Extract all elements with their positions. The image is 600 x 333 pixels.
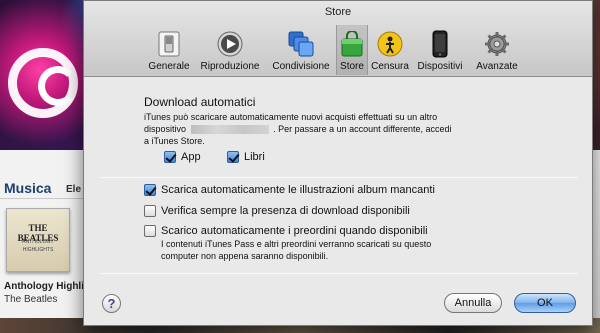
- download-artwork-label: Scarica automaticamente le illustrazioni…: [161, 184, 435, 196]
- download-artwork-checkbox[interactable]: Scarica automaticamente le illustrazioni…: [144, 184, 435, 196]
- preorders-label: Scarico automaticamente i preordini quan…: [161, 225, 428, 237]
- play-icon: [216, 30, 244, 58]
- gear-icon: [483, 30, 511, 58]
- album-cover-subtitle: ANTHOLOGY: [22, 239, 54, 245]
- download-artwork-checkbox-box[interactable]: [144, 184, 156, 196]
- redacted-device-name: [190, 125, 269, 135]
- cancel-button[interactable]: Annulla: [444, 293, 502, 313]
- app-checkbox-box[interactable]: [164, 151, 176, 163]
- ok-button[interactable]: OK: [514, 293, 576, 313]
- iphone-icon: [426, 30, 454, 58]
- app-checkbox[interactable]: App: [164, 151, 201, 163]
- tab-riproduzione[interactable]: Riproduzione: [194, 25, 266, 75]
- preorders-checkbox[interactable]: Scarico automaticamente i preordini quan…: [144, 225, 428, 237]
- preorders-checkbox-box[interactable]: [144, 225, 156, 237]
- parental-icon: [376, 30, 404, 58]
- footer-separator: [100, 273, 578, 274]
- desc-line-1: iTunes può scaricare automaticamente nuo…: [144, 112, 438, 122]
- dialog-title: Store: [324, 6, 352, 18]
- section-separator: [100, 177, 578, 178]
- tab-generale[interactable]: Generale: [144, 25, 194, 75]
- album-cover[interactable]: THE BEATLES ANTHOLOGY HIGHLIGHTS: [6, 208, 70, 272]
- switch-icon: [155, 30, 183, 58]
- check-downloads-checkbox[interactable]: Verifica sempre la presenza di download …: [144, 205, 410, 217]
- check-downloads-label: Verifica sempre la presenza di download …: [161, 205, 410, 217]
- tab-label: Condivisione: [272, 61, 330, 72]
- tab-condivisione[interactable]: Condivisione: [266, 25, 336, 75]
- music-section-link[interactable]: Ele: [66, 184, 81, 195]
- preorders-note-line-2: computer non appena saranno disponibili.: [161, 251, 329, 261]
- album-artist-link[interactable]: The Beatles: [4, 294, 57, 305]
- tab-censura[interactable]: Censura: [368, 25, 412, 75]
- tab-avanzate[interactable]: Avanzate: [468, 25, 526, 75]
- preferences-toolbar: Generale Riproduzione Condivisione Store…: [144, 25, 526, 75]
- check-downloads-checkbox-box[interactable]: [144, 205, 156, 217]
- desc-line-3: a iTunes Store.: [144, 136, 205, 146]
- help-button[interactable]: ?: [102, 294, 121, 313]
- banner-ring-graphic-small: [38, 66, 78, 106]
- tab-label: Riproduzione: [200, 61, 260, 72]
- section-divider: [0, 198, 85, 199]
- album-cover-subtitle-2: HIGHLIGHTS: [22, 247, 54, 253]
- preorders-note: I contenuti iTunes Pass e altri preordin…: [161, 238, 521, 262]
- music-section-title[interactable]: Musica: [4, 180, 51, 196]
- automatic-downloads-description: iTunes può scaricare automaticamente nuo…: [144, 111, 539, 147]
- tab-label: Generale: [148, 61, 190, 72]
- automatic-downloads-title: Download automatici: [144, 95, 256, 109]
- album-name-link[interactable]: Anthology Highli: [4, 281, 84, 292]
- tab-label: Avanzate: [476, 61, 518, 72]
- tab-store[interactable]: Store: [336, 25, 368, 75]
- preorders-note-line-1: I contenuti iTunes Pass e altri preordin…: [161, 239, 432, 249]
- store-preferences-dialog: Store Generale Riproduzione Condivisione…: [83, 0, 593, 326]
- books-checkbox[interactable]: Libri: [227, 151, 265, 163]
- books-checkbox-label: Libri: [244, 151, 265, 163]
- tab-dispositivi[interactable]: Dispositivi: [412, 25, 468, 75]
- dialog-titlebar: Store Generale Riproduzione Condivisione…: [84, 1, 592, 77]
- desc-line-2-start: dispositivo: [144, 124, 187, 134]
- app-checkbox-label: App: [181, 151, 201, 163]
- store-settings-pane: Download automatici iTunes può scaricare…: [84, 78, 592, 326]
- sharing-icon: [287, 30, 315, 58]
- tab-label: Censura: [371, 61, 409, 72]
- books-checkbox-box[interactable]: [227, 151, 239, 163]
- tab-label: Store: [340, 61, 364, 72]
- shopping-bag-icon: [338, 30, 366, 58]
- tab-label: Dispositivi: [417, 61, 463, 72]
- desc-line-2-end: . Per passare a un account differente, a…: [273, 124, 452, 134]
